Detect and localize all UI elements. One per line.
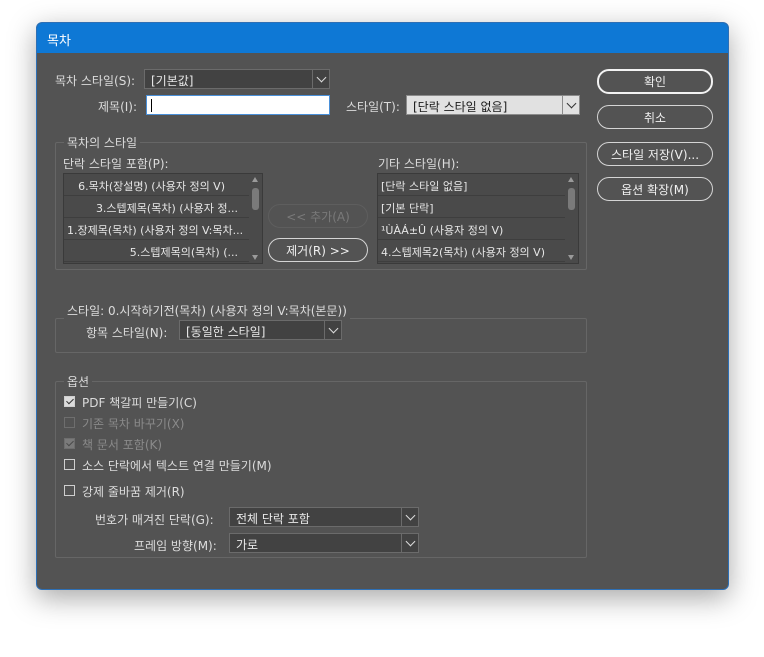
save-style-button[interactable]: 스타일 저장(V)...: [597, 142, 713, 166]
title-bar: 목차: [37, 23, 728, 53]
toc-style-select[interactable]: [기본값]: [144, 69, 330, 89]
frame-direction-select[interactable]: 가로: [229, 533, 419, 553]
list-item[interactable]: ¹ÙÀÁ±Û (사용자 정의 V): [378, 218, 567, 240]
scroll-thumb[interactable]: [252, 188, 259, 210]
remove-breaks-label[interactable]: 강제 줄바꿈 제거(R): [82, 483, 185, 500]
ok-button[interactable]: 확인: [597, 69, 713, 94]
toc-style-value: [기본값]: [151, 74, 194, 88]
more-options-button[interactable]: 옵션 확장(M): [597, 177, 713, 201]
scroll-down-icon[interactable]: [568, 255, 574, 260]
scroll-up-icon[interactable]: [252, 177, 258, 182]
chevron-down-icon: [401, 534, 418, 552]
chevron-down-icon: [401, 508, 418, 526]
remove-breaks-checkbox[interactable]: [64, 485, 75, 496]
list-item[interactable]: 1.장제목(목차) (사용자 정의 V:목차...: [64, 218, 251, 240]
create-links-checkbox[interactable]: [64, 459, 75, 470]
entry-style-value: [동일한 스타일]: [186, 325, 266, 339]
numbered-paragraphs-label: 번호가 매겨진 단락(G):: [95, 513, 214, 527]
list-item[interactable]: 6.목차(장설명) (사용자 정의 V): [64, 174, 251, 196]
list-item[interactable]: 5.스텝제목의(목차) (...: [64, 240, 251, 262]
include-book-checkbox[interactable]: [64, 438, 75, 449]
pdf-bookmark-checkbox[interactable]: [64, 396, 75, 407]
chevron-down-icon: [312, 70, 329, 88]
create-links-label[interactable]: 소스 단락에서 텍스트 연결 만들기(M): [82, 457, 272, 474]
list-item[interactable]: 3.스텝제목(목차) (사용자 정...: [64, 196, 251, 218]
title-label: 제목(I):: [98, 100, 138, 114]
include-book-label[interactable]: 책 문서 포함(K): [82, 436, 162, 453]
toc-dialog: 목차 목차 스타일(S): [기본값] 제목(I): 스타일(T): [단락 스…: [36, 22, 729, 590]
numbered-paragraphs-select[interactable]: 전체 단락 포함: [229, 507, 419, 527]
options-group-legend: 옵션: [64, 373, 93, 390]
frame-direction-value: 가로: [236, 538, 259, 552]
other-styles-list[interactable]: [단락 스타일 없음] [기본 단락] ¹ÙÀÁ±Û (사용자 정의 V) 4.…: [377, 173, 579, 264]
replace-toc-checkbox[interactable]: [64, 417, 75, 428]
toc-style-label: 목차 스타일(S):: [55, 74, 136, 88]
entry-style-select[interactable]: [동일한 스타일]: [179, 320, 342, 340]
entry-style-label: 항목 스타일(N):: [86, 326, 168, 340]
pdf-bookmark-label[interactable]: PDF 책갈피 만들기(C): [82, 394, 197, 411]
title-style-select[interactable]: [단락 스타일 없음]: [406, 95, 580, 115]
chevron-down-icon: [562, 96, 579, 114]
scroll-up-icon[interactable]: [568, 177, 574, 182]
style-group-legend: 스타일: 0.시작하기전(목차) (사용자 정의 V:목차(본문)): [64, 302, 350, 319]
other-list-scrollbar[interactable]: [565, 174, 578, 263]
text-caret: [151, 99, 152, 112]
include-styles-list[interactable]: 6.목차(장설명) (사용자 정의 V) 3.스텝제목(목차) (사용자 정..…: [63, 173, 263, 264]
cancel-button[interactable]: 취소: [597, 105, 713, 129]
title-style-label: 스타일(T):: [346, 100, 400, 114]
frame-direction-label: 프레임 방향(M):: [134, 539, 217, 553]
scroll-down-icon[interactable]: [252, 255, 258, 260]
styles-group-legend: 목차의 스타일: [64, 134, 141, 151]
dialog-title: 목차: [47, 34, 71, 49]
remove-button[interactable]: 제거(R) >>: [268, 238, 368, 262]
chevron-down-icon: [324, 321, 341, 339]
other-styles-label: 기타 스타일(H):: [378, 157, 460, 171]
title-style-value: [단락 스타일 없음]: [413, 100, 508, 114]
include-list-scrollbar[interactable]: [249, 174, 262, 263]
list-item[interactable]: 4.스텝제목2(목차) (사용자 정의 V): [378, 240, 567, 262]
title-input[interactable]: [146, 95, 330, 115]
scroll-thumb[interactable]: [568, 188, 575, 210]
include-styles-label: 단락 스타일 포함(P):: [63, 157, 169, 171]
list-item[interactable]: [기본 단락]: [378, 196, 567, 218]
add-button[interactable]: << 추가(A): [268, 204, 368, 228]
list-item[interactable]: [단락 스타일 없음]: [378, 174, 567, 196]
replace-toc-label[interactable]: 기존 목차 바꾸기(X): [82, 415, 185, 432]
numbered-paragraphs-value: 전체 단락 포함: [236, 512, 310, 526]
